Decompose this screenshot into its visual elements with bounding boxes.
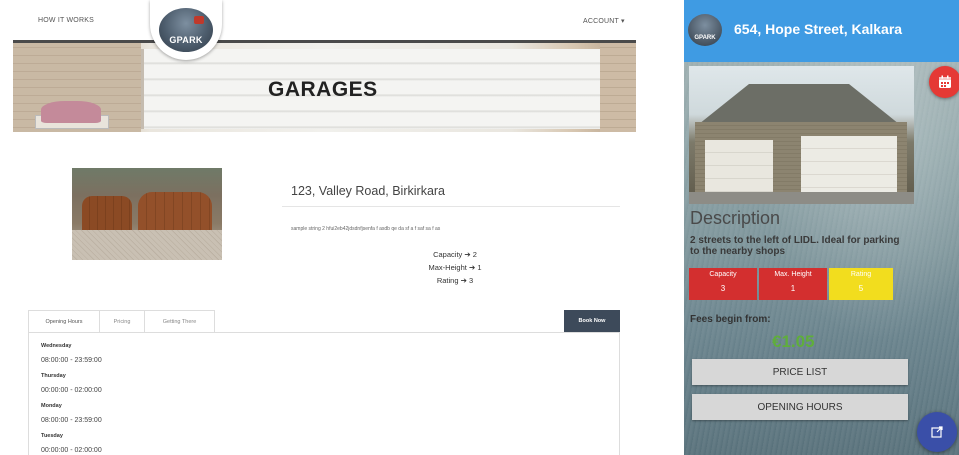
stat-value: 1 [790,284,796,293]
stat-value: 5 [858,284,864,293]
hours-time: 08:00:00 - 23:59:00 [41,417,102,424]
hours-time: 00:00:00 - 02:00:00 [41,447,102,454]
mobile-garage-photo [689,66,914,204]
garage-photo [72,168,222,260]
top-navbar: HOW IT WORKS ACCOUNT ▾ [0,0,640,40]
photo-garage-door-left [705,140,773,192]
web-garage-page: HOW IT WORKS ACCOUNT ▾ GARAGES GPARK 123… [0,0,640,455]
mobile-garage-screen: GPARK 654, Hope Street, Kalkara Descript… [684,0,959,455]
floating-action-button[interactable] [917,412,957,452]
hours-day: Tuesday [41,433,63,439]
book-now-button[interactable]: Book Now [564,310,620,332]
tab-opening-hours[interactable]: Opening Hours [28,310,100,332]
garage-description: sample string 2 hfui2eb42jdsdnfjsenfa f … [291,226,441,232]
mobile-garage-title: 654, Hope Street, Kalkara [734,21,903,37]
calendar-button[interactable] [929,66,959,98]
gpark-logo-text: GPARK [169,35,203,45]
composite-screenshot: HOW IT WORKS ACCOUNT ▾ GARAGES GPARK 123… [0,0,959,455]
fees-label: Fees begin from: [690,314,771,325]
mobile-app-bar: GPARK 654, Hope Street, Kalkara [684,0,959,62]
fee-value: €1.05 [772,332,815,351]
garage-driveway [72,230,222,260]
mobile-logo-text: GPARK [694,35,716,41]
garage-door-right [138,192,212,230]
garage-address: 123, Valley Road, Birkirkara [291,184,446,198]
stat-label: Capacity [709,271,737,278]
gpark-logo-badge: GPARK [159,8,213,52]
description-heading: Description [690,208,781,228]
info-tabs: Opening Hours Pricing Getting There Book… [28,310,620,455]
address-divider [282,206,620,207]
stat-max-height: Max. Height 1 [759,268,827,300]
spec-rating: Rating ➔ 3 [436,276,474,285]
photo-garage-door-right [801,136,897,192]
stat-rating: Rating 5 [829,268,893,300]
stat-label: Rating [850,271,872,278]
photo-roof [699,84,899,124]
hours-day: Thursday [41,373,66,379]
opening-hours-panel: Wednesday 08:00:00 - 23:59:00 Thursday 0… [28,333,620,455]
stat-label: Max. Height [774,271,812,278]
spec-capacity: Capacity ➔ 2 [433,250,477,259]
stat-capacity: Capacity 3 [689,268,757,300]
hero-wall-right [600,43,636,132]
calendar-icon [939,75,951,88]
stat-value: 3 [720,284,726,293]
open-external-icon [931,426,943,438]
spec-max-height: Max-Height ➔ 1 [428,263,482,272]
hours-day: Monday [41,403,62,409]
hours-time: 00:00:00 - 02:00:00 [41,387,102,394]
opening-hours-button[interactable]: OPENING HOURS [692,394,908,420]
mobile-gpark-logo[interactable]: GPARK [688,14,722,46]
description-text: 2 streets to the left of LIDL. Ideal for… [690,235,900,257]
tab-getting-there[interactable]: Getting There [145,310,215,332]
garage-door-left [82,196,132,230]
hours-time: 08:00:00 - 23:59:00 [41,357,102,364]
hours-day: Wednesday [41,343,72,349]
page-title: GARAGES [268,78,378,101]
tab-pricing[interactable]: Pricing [100,310,145,332]
price-list-button[interactable]: PRICE LIST [692,359,908,385]
nav-account-dropdown[interactable]: ACCOUNT ▾ [583,17,625,25]
photo-driveway [689,192,914,204]
hero-flowers [41,101,101,123]
nav-how-it-works-link[interactable]: HOW IT WORKS [38,17,94,24]
